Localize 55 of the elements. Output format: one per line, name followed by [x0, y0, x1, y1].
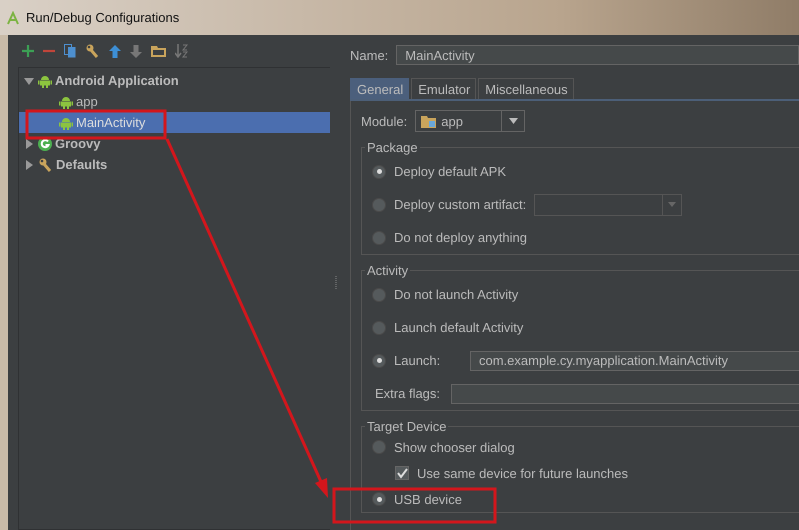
radio-button[interactable]: [372, 440, 386, 454]
option-label[interactable]: Launch default Activity: [394, 320, 524, 335]
sort-icon[interactable]: [175, 44, 188, 58]
expand-arrow-icon[interactable]: [23, 138, 35, 150]
module-folder-icon: [421, 114, 438, 128]
tree-item[interactable]: Android Application: [19, 70, 330, 91]
tree-item[interactable]: Groovy: [19, 133, 330, 154]
window-title: Run/Debug Configurations: [26, 10, 180, 25]
tab[interactable]: Miscellaneous: [478, 78, 574, 99]
option-label[interactable]: Use same device for future launches: [417, 466, 628, 480]
tab[interactable]: General: [350, 78, 410, 99]
android-icon: [59, 94, 73, 108]
radio-button[interactable]: [372, 230, 386, 244]
dropdown-arrow-icon: [508, 118, 518, 124]
android-icon: [38, 74, 52, 88]
group-title: Target Device: [366, 419, 448, 434]
module-dropdown[interactable]: app: [415, 110, 526, 132]
tree-item[interactable]: Defaults: [19, 154, 330, 175]
radio-button[interactable]: [372, 164, 386, 178]
option-label[interactable]: Do not deploy anything: [394, 230, 527, 245]
groovy-icon: [38, 136, 52, 150]
option-label[interactable]: Deploy custom artifact:: [394, 197, 526, 212]
folder-icon[interactable]: [151, 45, 166, 57]
option-label[interactable]: Do not launch Activity: [394, 287, 518, 302]
app-icon: [6, 10, 20, 24]
activity-field[interactable]: com.example.cy.myapplication.MainActivity: [470, 350, 799, 370]
radio-button[interactable]: [372, 354, 386, 368]
add-icon[interactable]: [22, 45, 34, 57]
group-title: Package: [366, 140, 419, 155]
check-icon: [396, 468, 408, 478]
option-label[interactable]: USB device: [394, 492, 462, 506]
radio-button[interactable]: [372, 198, 386, 212]
copy-icon[interactable]: [64, 44, 76, 58]
radio-button[interactable]: [372, 492, 386, 506]
tree-item[interactable]: app: [19, 91, 330, 112]
tree-item[interactable]: MainActivity: [19, 112, 330, 133]
option-label[interactable]: Show chooser dialog: [394, 440, 515, 454]
move-up-icon[interactable]: [109, 44, 121, 58]
move-down-icon[interactable]: [130, 44, 142, 58]
extra-flags-field[interactable]: [451, 384, 799, 404]
expand-arrow-icon[interactable]: [23, 158, 35, 170]
option-label[interactable]: Extra flags:: [375, 386, 440, 401]
checkbox[interactable]: [395, 466, 409, 480]
dropdown-arrow-icon: [668, 202, 676, 207]
module-label: Module:: [361, 114, 408, 128]
option-label[interactable]: Deploy default APK: [394, 164, 506, 179]
splitter-handle-icon[interactable]: [334, 276, 338, 290]
name-field[interactable]: MainActivity: [396, 45, 799, 65]
android-icon: [59, 116, 73, 130]
radio-button[interactable]: [372, 320, 386, 334]
radio-button[interactable]: [372, 288, 386, 302]
name-label: Name:: [350, 48, 388, 62]
group-title: Activity: [366, 263, 410, 278]
option-label[interactable]: Launch:: [394, 353, 458, 368]
tab[interactable]: Emulator: [411, 78, 476, 99]
